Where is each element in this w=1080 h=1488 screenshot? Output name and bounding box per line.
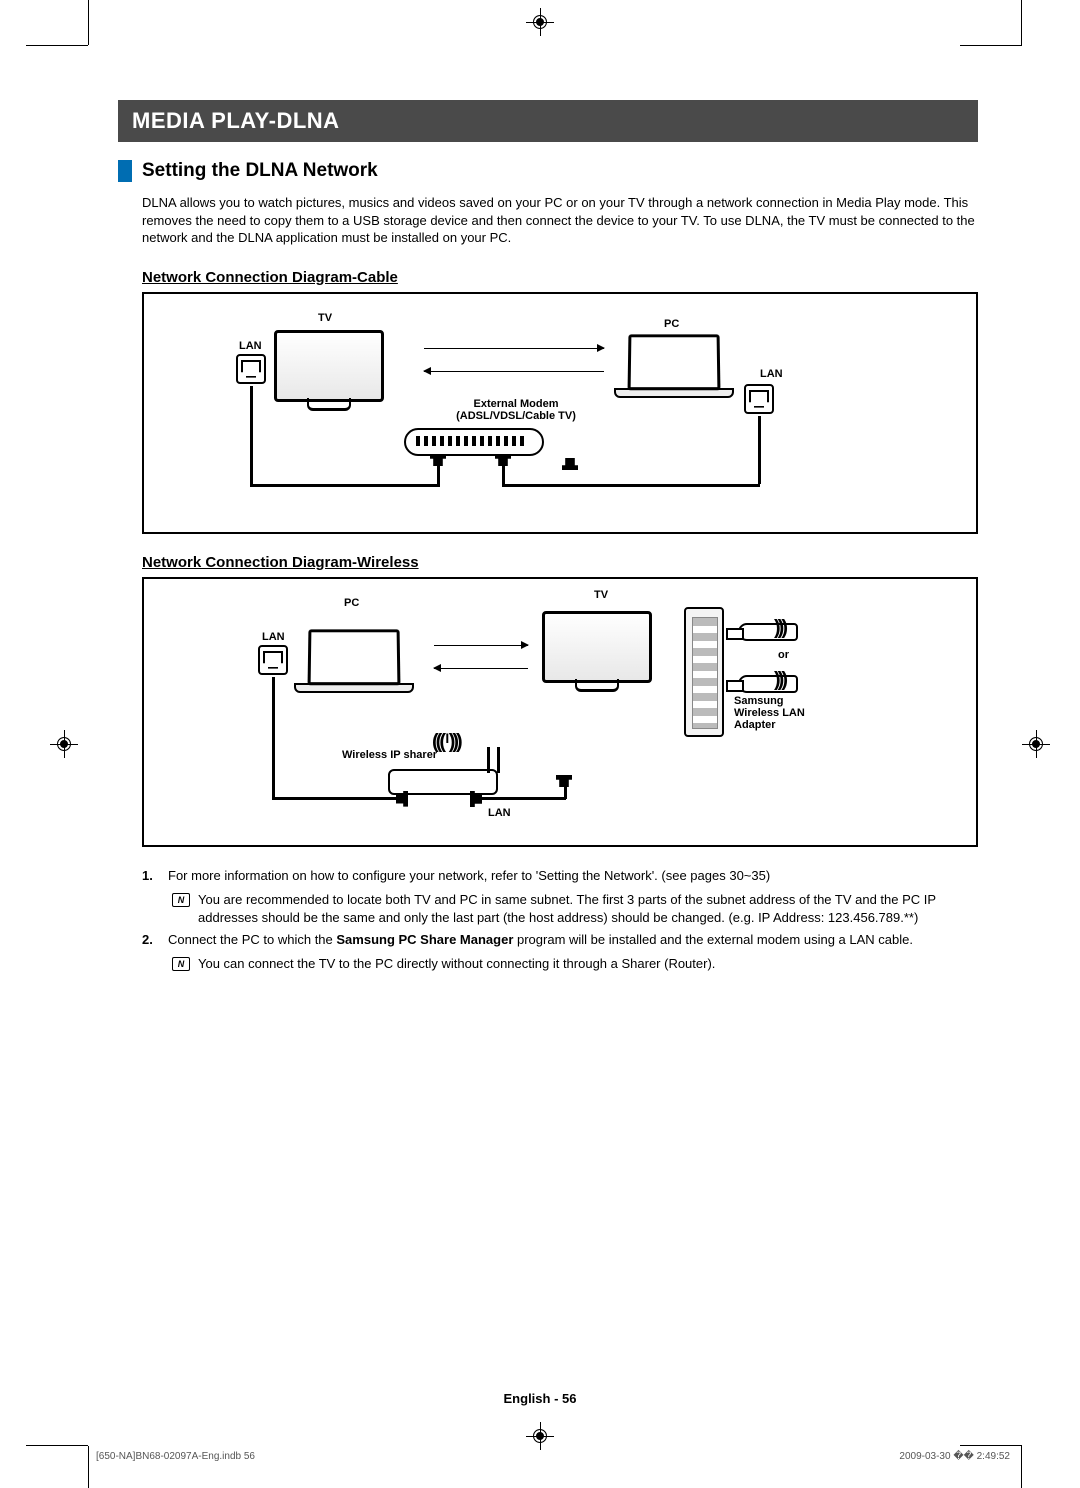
note-icon: N [172,957,190,971]
list-item: 2. Connect the PC to which the Samsung P… [142,931,978,949]
section-title: Setting the DLNA Network [142,160,378,182]
lan-label-bottom: LAN [488,807,511,819]
laptop-icon [294,629,414,699]
or-label: or [778,649,789,661]
crop-mark [26,1445,88,1446]
lan-label-left: LAN [239,340,262,352]
page-footer: English - 56 [504,1391,577,1406]
page-content: MEDIA PLAY-DLNA Setting the DLNA Network… [118,100,978,978]
lan-label-right: LAN [760,368,783,380]
modem-label: External Modem (ADSL/VDSL/Cable TV) [436,398,596,422]
bidirectional-arrow-icon [434,645,528,669]
modem-icon [404,428,544,456]
crop-mark [26,45,88,46]
section-heading: Setting the DLNA Network [118,160,978,182]
cable-line [476,797,566,800]
plug-icon [562,458,578,470]
wireless-waves-icon: ))) [774,617,785,640]
plug-icon [495,454,511,466]
item-number: 2. [142,931,168,949]
registration-mark-icon [526,8,554,36]
note-text: You are recommended to locate both TV an… [198,891,978,927]
print-timestamp: 2009-03-30 �� 2:49:52 [899,1451,1010,1462]
lan-port-icon [236,354,266,384]
pc-label: PC [664,318,679,330]
item-number: 1. [142,867,168,885]
router-label: Wireless IP sharer [342,749,437,761]
note-row: N You can connect the TV to the PC direc… [172,955,978,973]
crop-mark [960,45,1022,46]
cable-line [502,484,760,487]
lan-label-left: LAN [262,631,285,643]
crop-mark [88,0,89,45]
diagram-cable: TV PC LAN LAN External Modem (ADSL/VDSL/… [142,292,978,534]
adapter-label: Samsung Wireless LAN Adapter [734,695,814,731]
bidirectional-arrow-icon [424,348,604,372]
list-item: 1. For more information on how to config… [142,867,978,885]
registration-mark-icon [1022,730,1050,758]
tv-icon [542,611,652,683]
wireless-dongle-icon [738,623,798,641]
item-text: Connect the PC to which the Samsung PC S… [168,931,978,949]
print-file-info: [650-NA]BN68-02097A-Eng.indb 56 [96,1451,255,1462]
cable-line [250,386,253,486]
chapter-title-bar: MEDIA PLAY-DLNA [118,100,978,142]
lan-port-icon [744,384,774,414]
tv-icon [274,330,384,402]
tv-back-panel-icon [684,607,724,737]
crop-mark [960,1445,1022,1446]
plug-icon [556,775,572,787]
section-accent-icon [118,160,132,182]
note-row: N You are recommended to locate both TV … [172,891,978,927]
wireless-waves-icon: ))) [774,669,785,692]
cable-line [272,677,275,799]
sub-heading-cable: Network Connection Diagram-Cable [142,269,978,286]
note-text: You can connect the TV to the PC directl… [198,955,978,973]
diagram-wireless: PC TV LAN LAN Wireless IP sharer or Sams… [142,577,978,847]
crop-mark [1021,0,1022,45]
chapter-title: MEDIA PLAY-DLNA [132,108,340,133]
laptop-icon [614,334,734,404]
registration-mark-icon [50,730,78,758]
registration-mark-icon [526,1422,554,1450]
cable-line [758,416,761,484]
tv-label: TV [594,589,608,601]
wireless-waves-icon: ((( ᴵ ))) [432,731,460,754]
pc-label: PC [344,597,359,609]
cable-line [272,797,404,800]
intro-paragraph: DLNA allows you to watch pictures, music… [142,194,978,247]
cable-line [250,484,440,487]
print-metadata-line: [650-NA]BN68-02097A-Eng.indb 56 2009-03-… [0,1451,1080,1462]
tv-label: TV [318,312,332,324]
instruction-list: 1. For more information on how to config… [142,867,978,974]
item-text: For more information on how to configure… [168,867,978,885]
plug-icon [430,454,446,466]
sub-heading-wireless: Network Connection Diagram-Wireless [142,554,978,571]
wireless-dongle-icon [738,675,798,693]
note-icon: N [172,893,190,907]
lan-port-icon [258,645,288,675]
